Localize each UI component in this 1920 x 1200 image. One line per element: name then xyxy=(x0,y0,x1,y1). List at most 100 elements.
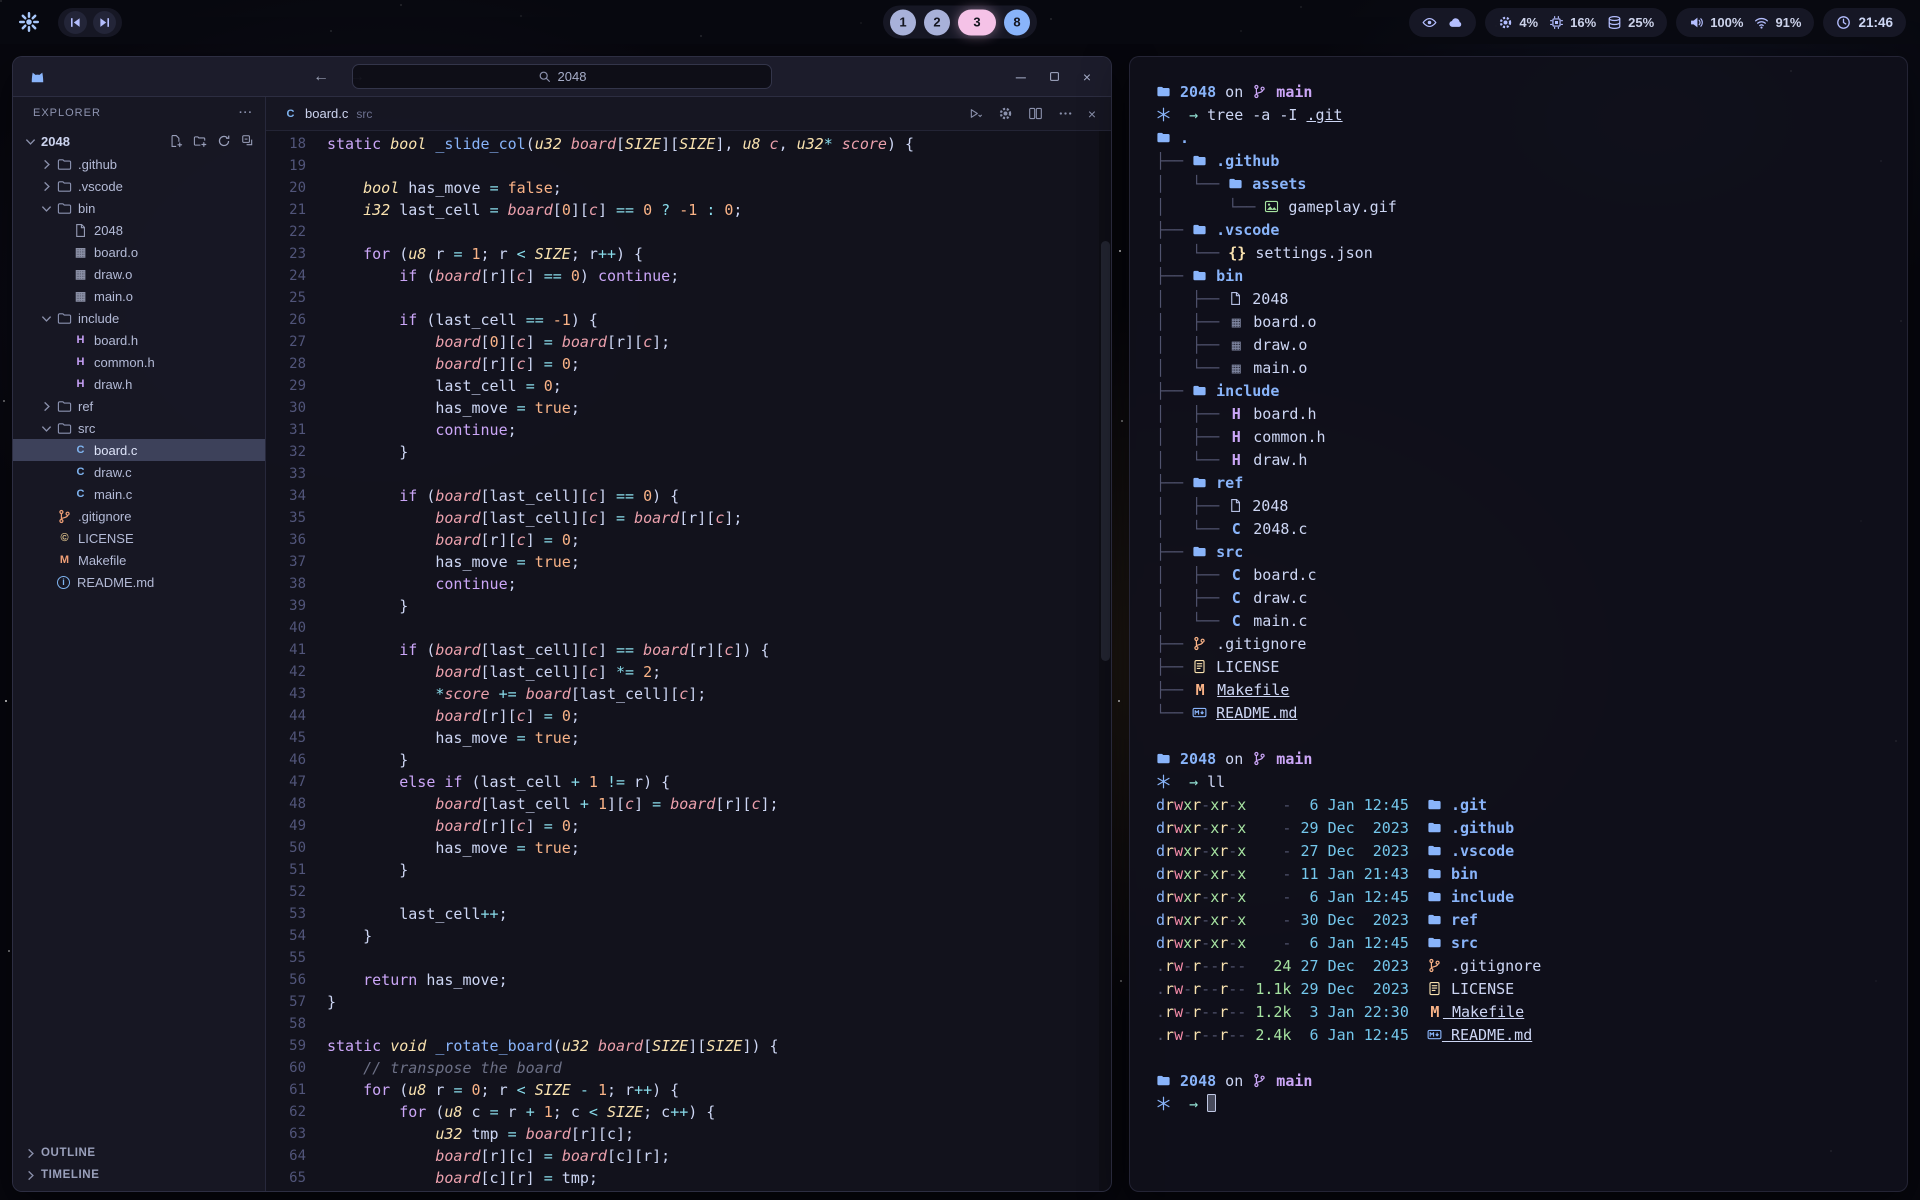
tree-item-common.h[interactable]: Hcommon.h xyxy=(13,351,265,373)
system-stats[interactable]: 4%16%25% xyxy=(1485,8,1667,37)
terminal-window[interactable]: 2048 on main → tree -a -I .git .├── .git… xyxy=(1129,56,1908,1192)
tree-item-src[interactable]: src xyxy=(13,417,265,439)
folder-icon xyxy=(1156,84,1171,99)
chevron-right-icon xyxy=(39,157,54,172)
ll-row: drwxr-xr-x - 6 Jan 12:45 include xyxy=(1156,886,1881,909)
more-actions-button[interactable] xyxy=(1058,106,1073,121)
terminal-line: ├── .github xyxy=(1156,150,1881,173)
folder-o-icon xyxy=(57,157,72,172)
tree-item-ref[interactable]: ref xyxy=(13,395,265,417)
snow-icon xyxy=(1156,107,1171,122)
line-number: 55 xyxy=(266,947,306,969)
code-line-26: 26 if (last_cell == -1) { xyxy=(266,309,1111,331)
terminal-line: ├── M Makefile xyxy=(1156,679,1881,702)
close-editor-button[interactable]: × xyxy=(1088,106,1096,122)
chevron-right-icon xyxy=(39,399,54,414)
branch-icon xyxy=(1252,84,1267,99)
tree-item-README.md[interactable]: iREADME.md xyxy=(13,571,265,593)
tree-item-.github[interactable]: .github xyxy=(13,153,265,175)
editor-settings-button[interactable] xyxy=(998,106,1013,121)
tree-item-board.c[interactable]: Cboard.c xyxy=(13,439,265,461)
terminal-body: 2048 on main → tree -a -I .git .├── .git… xyxy=(1156,81,1881,1116)
line-number: 22 xyxy=(266,221,306,243)
media-prev-button[interactable] xyxy=(64,11,87,34)
launcher-button[interactable] xyxy=(14,7,44,37)
tree-item-draw.c[interactable]: Cdraw.c xyxy=(13,461,265,483)
chevron-spacer xyxy=(39,531,54,546)
tree-item-2048[interactable]: 2048 xyxy=(13,219,265,241)
new-folder-button[interactable] xyxy=(193,134,207,148)
code-text: } xyxy=(327,749,408,771)
code-editor[interactable]: 18static bool _slide_col(u32 board[SIZE]… xyxy=(266,131,1111,1191)
new-file-button[interactable] xyxy=(169,134,183,148)
folder-icon xyxy=(1156,130,1171,145)
media-next-button[interactable] xyxy=(93,11,116,34)
code-text: static void _rotate_board(u32 board[SIZE… xyxy=(327,1035,779,1057)
tree-item-include[interactable]: include xyxy=(13,307,265,329)
refresh-explorer-button[interactable] xyxy=(217,134,231,148)
tree-item-main.c[interactable]: Cmain.c xyxy=(13,483,265,505)
code-line-65: 65 board[c][r] = tmp; xyxy=(266,1167,1111,1189)
code-text: board[r][c] = 0; xyxy=(327,353,580,375)
obj-file-icon: ▦ xyxy=(73,289,88,303)
scrollbar-thumb[interactable] xyxy=(1101,241,1110,661)
explorer-sidebar: EXPLORER ··· 2048 .github.vscodebin2048▦… xyxy=(13,97,266,1191)
code-line-43: 43 *score += board[last_cell][c]; xyxy=(266,683,1111,705)
chevron-spacer xyxy=(55,245,70,260)
close-button[interactable]: × xyxy=(1083,69,1091,85)
tree-item-bin[interactable]: bin xyxy=(13,197,265,219)
terminal-line: → tree -a -I .git xyxy=(1156,104,1881,127)
nav-back-button[interactable]: ← xyxy=(313,68,329,86)
chevron-spacer xyxy=(39,575,54,590)
tree-item-main.o[interactable]: ▦main.o xyxy=(13,285,265,307)
collapse-folders-button[interactable] xyxy=(241,134,255,148)
workspace-8[interactable]: 8 xyxy=(1004,9,1030,35)
terminal-line: │ ├── 2048 xyxy=(1156,288,1881,311)
chevron-spacer xyxy=(55,443,70,458)
outline-panel[interactable]: OUTLINE xyxy=(13,1142,265,1164)
minimize-button[interactable]: ─ xyxy=(1016,69,1026,85)
line-number: 35 xyxy=(266,507,306,529)
code-line-38: 38 continue; xyxy=(266,573,1111,595)
tree-item-draw.h[interactable]: Hdraw.h xyxy=(13,373,265,395)
workspace-2[interactable]: 2 xyxy=(924,9,950,35)
line-number: 25 xyxy=(266,287,306,309)
line-number: 37 xyxy=(266,551,306,573)
clock-widget[interactable]: 21:46 xyxy=(1823,8,1906,37)
tree-item-board.o[interactable]: ▦board.o xyxy=(13,241,265,263)
search-input[interactable]: 2048 xyxy=(352,64,772,89)
tree-item-LICENSE[interactable]: ©LICENSE xyxy=(13,527,265,549)
run-button[interactable] xyxy=(968,106,983,121)
audio-network[interactable]: 100%91% xyxy=(1676,8,1814,37)
weather-widget[interactable] xyxy=(1409,8,1476,37)
explorer-tree: .github.vscodebin2048▦board.o▦draw.o▦mai… xyxy=(13,153,265,593)
chevron-spacer xyxy=(55,267,70,282)
code-line-55: 55 xyxy=(266,947,1111,969)
tree-item-board.h[interactable]: Hboard.h xyxy=(13,329,265,351)
terminal-cursor[interactable] xyxy=(1207,1094,1216,1112)
project-root-row[interactable]: 2048 xyxy=(13,129,265,153)
topbar: 1238 4%16%25% 100%91% 21:46 xyxy=(0,0,1920,44)
workspace-1[interactable]: 1 xyxy=(890,9,916,35)
line-number: 47 xyxy=(266,771,306,793)
tree-item-.vscode[interactable]: .vscode xyxy=(13,175,265,197)
explorer-more-button[interactable]: ··· xyxy=(239,107,253,119)
timeline-panel-label: TIMELINE xyxy=(41,1169,99,1181)
tree-item-Makefile[interactable]: MMakefile xyxy=(13,549,265,571)
tab-board-c[interactable]: C board.c src xyxy=(283,106,372,121)
workspace-3[interactable]: 3 xyxy=(958,9,996,35)
timeline-panel[interactable]: TIMELINE xyxy=(13,1164,265,1186)
line-number: 20 xyxy=(266,177,306,199)
code-line-34: 34 if (board[last_cell][c] == 0) { xyxy=(266,485,1111,507)
code-line-62: 62 for (u8 c = r + 1; c < SIZE; c++) { xyxy=(266,1101,1111,1123)
split-editor-button[interactable] xyxy=(1028,106,1043,121)
line-number: 65 xyxy=(266,1167,306,1189)
code-line-58: 58 xyxy=(266,1013,1111,1035)
code-line-31: 31 continue; xyxy=(266,419,1111,441)
tree-item-.gitignore[interactable]: .gitignore xyxy=(13,505,265,527)
chevron-spacer xyxy=(55,465,70,480)
ll-row: drwxr-xr-x - 11 Jan 21:43 bin xyxy=(1156,863,1881,886)
tree-item-draw.o[interactable]: ▦draw.o xyxy=(13,263,265,285)
folder-icon xyxy=(1427,912,1442,927)
maximize-button[interactable] xyxy=(1048,70,1061,83)
